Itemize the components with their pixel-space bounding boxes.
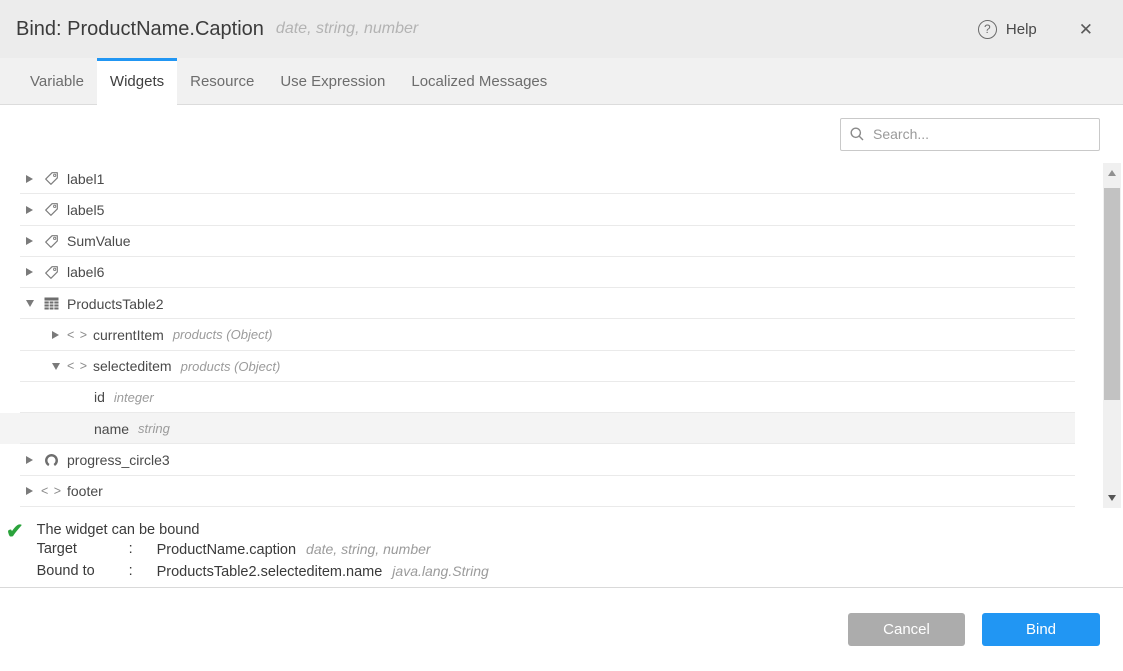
help-button[interactable]: Help — [1006, 21, 1037, 38]
tree-node-label: selecteditem — [93, 358, 172, 374]
expand-arrow-icon[interactable] — [26, 487, 36, 495]
angle-brackets-icon: < > — [43, 484, 60, 498]
bind-status-panel: ✔ The widget can be bound Target:Product… — [0, 507, 1123, 588]
search-input[interactable] — [840, 118, 1100, 151]
check-icon: ✔ — [6, 521, 24, 542]
tab-label: Localized Messages — [411, 73, 547, 90]
tree-scrollbar[interactable] — [1103, 163, 1121, 508]
tab-use-expression[interactable]: Use Expression — [267, 58, 398, 104]
angle-brackets-icon: < > — [69, 328, 86, 342]
tree-node-type-hint: string — [138, 421, 170, 436]
tree-node-label: SumValue — [67, 233, 131, 249]
dialog-title: Bind: ProductName.Caption — [16, 18, 264, 41]
tag-icon — [43, 234, 60, 249]
scroll-up-icon[interactable] — [1103, 165, 1121, 181]
tree-node-label: footer — [67, 483, 103, 499]
tab-label: Widgets — [110, 73, 164, 90]
tree-row-label1[interactable]: label1 — [0, 163, 1075, 194]
tag-icon — [43, 202, 60, 217]
tree-node-type-hint: products (Object) — [173, 327, 273, 342]
status-message: The widget can be bound — [37, 522, 489, 538]
collapse-arrow-icon[interactable] — [26, 300, 36, 307]
expand-arrow-icon[interactable] — [26, 268, 36, 276]
tree-row-label5[interactable]: label5 — [0, 194, 1075, 225]
expand-arrow-icon[interactable] — [26, 237, 36, 245]
tab-label: Resource — [190, 73, 254, 90]
scroll-down-icon[interactable] — [1103, 490, 1121, 506]
tree-row-progress_circle3[interactable]: progress_circle3 — [0, 444, 1075, 475]
cancel-button[interactable]: Cancel — [848, 613, 965, 646]
tree-node-label: id — [94, 389, 105, 405]
close-icon[interactable]: ✕ — [1079, 21, 1093, 38]
tab-variable[interactable]: Variable — [17, 58, 97, 104]
expand-arrow-icon[interactable] — [52, 331, 62, 339]
tree-node-type-hint: products (Object) — [181, 359, 281, 374]
status-row-separator: : — [129, 563, 157, 581]
status-row-separator: : — [129, 541, 157, 559]
tab-resource[interactable]: Resource — [177, 58, 267, 104]
status-details: Target:ProductName.captiondate, string, … — [37, 541, 489, 581]
tree-row-footer[interactable]: < > footer — [0, 476, 1075, 507]
help-icon[interactable]: ? — [978, 20, 997, 39]
tree-row-name[interactable]: name string — [0, 413, 1075, 444]
status-row-label: Target — [37, 541, 129, 559]
scrollbar-thumb[interactable] — [1104, 188, 1120, 400]
tree-row-currentItem[interactable]: < > currentItem products (Object) — [0, 319, 1075, 350]
tree-node-label: ProductsTable2 — [67, 296, 164, 312]
expand-arrow-icon[interactable] — [26, 175, 36, 183]
search-icon — [849, 126, 865, 142]
tab-label: Variable — [30, 73, 84, 90]
tabbar: Variable Widgets Resource Use Expression Loc… — [0, 58, 1123, 105]
angle-brackets-icon: < > — [69, 359, 86, 373]
table-icon — [43, 297, 60, 310]
bind-dialog: Bind: ProductName.Caption date, string, … — [0, 0, 1123, 671]
status-row-value: ProductsTable2.selecteditem.namejava.lan… — [157, 563, 489, 581]
progress-circle-icon — [43, 453, 60, 468]
search-box — [840, 118, 1100, 151]
search-row — [0, 105, 1123, 163]
expand-arrow-icon[interactable] — [26, 456, 36, 464]
tree-row-selecteditem[interactable]: < > selecteditem products (Object) — [0, 351, 1075, 382]
status-row-type-hint: date, string, number — [306, 541, 431, 557]
tree-node-label: progress_circle3 — [67, 452, 170, 468]
tree-node-label: label6 — [67, 264, 104, 280]
tree-node-label: label5 — [67, 202, 104, 218]
tree-node-label: label1 — [67, 171, 104, 187]
tree-row-SumValue[interactable]: SumValue — [0, 226, 1075, 257]
tag-icon — [43, 171, 60, 186]
tree-row-label6[interactable]: label6 — [0, 257, 1075, 288]
status-row-label: Bound to — [37, 563, 129, 581]
expand-arrow-icon[interactable] — [26, 206, 36, 214]
tab-localized-messages[interactable]: Localized Messages — [398, 58, 560, 104]
tag-icon — [43, 265, 60, 280]
tree-node-label: name — [94, 421, 129, 437]
bind-button[interactable]: Bind — [982, 613, 1100, 646]
dialog-title-type-hint: date, string, number — [276, 20, 418, 38]
tab-label: Use Expression — [280, 73, 385, 90]
tree-node-type-hint: integer — [114, 390, 154, 405]
tree-row-ProductsTable2[interactable]: ProductsTable2 — [0, 288, 1075, 319]
status-row-type-hint: java.lang.String — [392, 563, 489, 579]
dialog-footer: Cancel Bind — [0, 588, 1123, 670]
tab-widgets[interactable]: Widgets — [97, 58, 177, 105]
status-row-value: ProductName.captiondate, string, number — [157, 541, 489, 559]
collapse-arrow-icon[interactable] — [52, 363, 62, 370]
dialog-titlebar: Bind: ProductName.Caption date, string, … — [0, 0, 1123, 58]
widgets-tree: label1 label5 SumValue label6 ProductsTable2… — [0, 163, 1075, 507]
tree-node-label: currentItem — [93, 327, 164, 343]
tree-row-id[interactable]: id integer — [0, 382, 1075, 413]
